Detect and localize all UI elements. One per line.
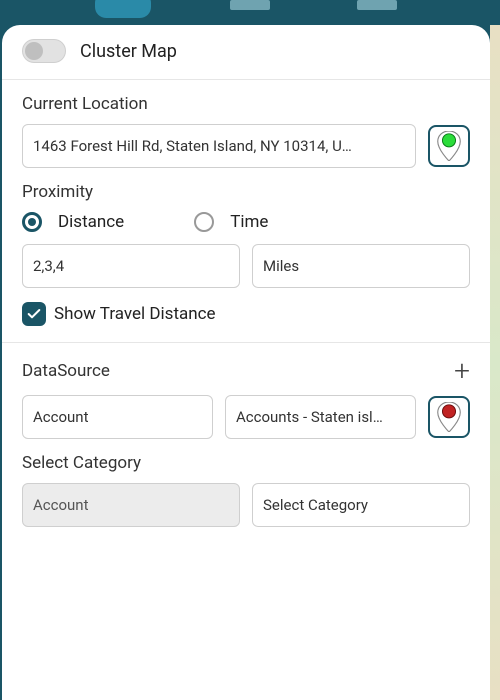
tab-3[interactable] <box>357 0 397 10</box>
proximity-section: Proximity Distance Time 2,3,4 Miles <box>22 182 470 288</box>
current-location-section: Current Location 1463 Forest Hill Rd, St… <box>22 94 470 168</box>
datasource-label: DataSource <box>22 361 110 381</box>
category-section: Select Category Account Select Category <box>22 453 470 527</box>
map-peek <box>490 25 500 700</box>
filters-panel: Cluster Map Current Location 1463 Forest… <box>2 25 490 700</box>
check-icon <box>26 306 42 322</box>
show-travel-row[interactable]: Show Travel Distance <box>22 302 470 326</box>
cluster-map-row: Cluster Map <box>22 39 470 63</box>
divider <box>2 79 490 80</box>
datasource-pin-button[interactable] <box>428 396 470 438</box>
show-travel-checkbox[interactable] <box>22 302 46 326</box>
radio-icon <box>22 212 42 232</box>
proximity-distance-label: Distance <box>58 212 124 232</box>
datasource-object-select[interactable]: Account <box>22 395 213 439</box>
proximity-distance-input[interactable]: 2,3,4 <box>22 244 240 288</box>
top-tab-bar <box>0 0 500 25</box>
tab-1[interactable] <box>103 0 143 10</box>
add-datasource-button[interactable]: + <box>454 357 470 385</box>
datasource-view-select[interactable]: Accounts - Staten isl… <box>225 395 416 439</box>
cluster-map-toggle[interactable] <box>22 39 66 63</box>
proximity-label: Proximity <box>22 182 470 202</box>
category-field-input[interactable]: Account <box>22 483 240 527</box>
current-location-label: Current Location <box>22 94 470 114</box>
divider <box>2 342 490 343</box>
proximity-time-label: Time <box>230 212 268 232</box>
current-location-input[interactable]: 1463 Forest Hill Rd, Staten Island, NY 1… <box>22 124 416 168</box>
proximity-unit-select[interactable]: Miles <box>252 244 470 288</box>
radio-icon <box>194 212 214 232</box>
map-pin-icon <box>437 131 461 161</box>
proximity-radio-group: Distance Time <box>22 212 470 232</box>
proximity-time-option[interactable]: Time <box>194 212 268 232</box>
map-pin-icon <box>437 402 461 432</box>
tab-2[interactable] <box>230 0 270 10</box>
category-select[interactable]: Select Category <box>252 483 470 527</box>
cluster-map-label: Cluster Map <box>80 41 177 62</box>
datasource-section: DataSource + Account Accounts - Staten i… <box>22 357 470 439</box>
location-pin-button[interactable] <box>428 125 470 167</box>
proximity-distance-option[interactable]: Distance <box>22 212 124 232</box>
category-label: Select Category <box>22 453 470 473</box>
show-travel-label: Show Travel Distance <box>54 304 216 324</box>
